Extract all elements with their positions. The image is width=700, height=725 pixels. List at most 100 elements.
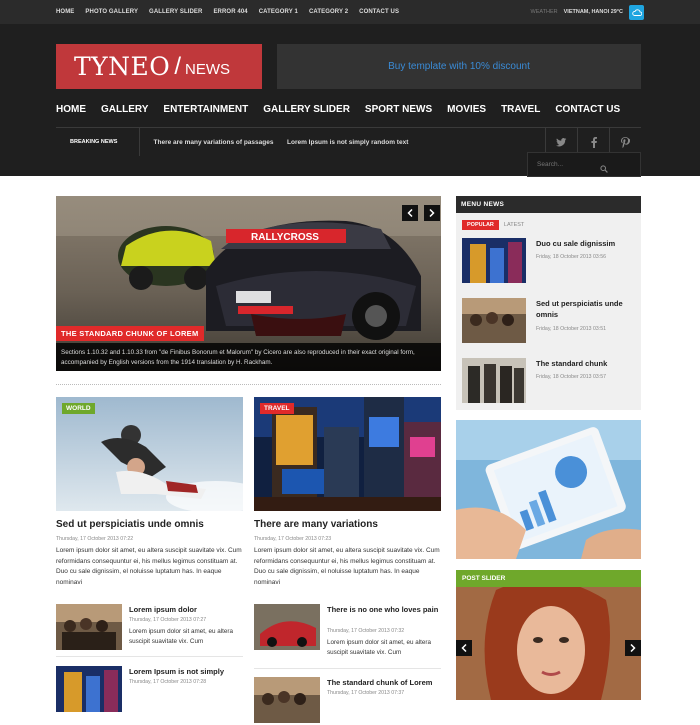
site-header: TYNEO / NEWS Buy template with 10% disco… xyxy=(0,24,700,177)
article-date: Thursday, 17 October 2013 07:23 xyxy=(254,536,332,542)
list-item-date: Thursday, 17 October 2013 07:37 xyxy=(327,690,405,696)
section-divider xyxy=(56,384,441,385)
widget-tabs: POPULAR LATEST xyxy=(462,220,524,230)
promo-banner[interactable]: Buy template with 10% discount xyxy=(277,44,641,89)
nav-travel[interactable]: TRAVEL xyxy=(501,104,540,120)
times-square-image[interactable]: TRAVEL xyxy=(254,397,441,511)
article-thumbnail[interactable] xyxy=(56,666,122,712)
nav-gallery[interactable]: GALLERY xyxy=(101,104,148,120)
thumbnail-city-image xyxy=(462,238,526,283)
article-title[interactable]: Sed ut perspiciatis unde omnis xyxy=(56,519,243,530)
nav-gallery-slider[interactable]: GALLERY SLIDER xyxy=(263,104,350,120)
article-thumbnail[interactable] xyxy=(254,677,320,723)
list-item[interactable]: The standard chunk of Lorem Thursday, 17… xyxy=(254,677,441,725)
widget-thumbnail[interactable] xyxy=(462,298,526,343)
tab-latest[interactable]: LATEST xyxy=(504,222,524,228)
breaking-news-label: BREAKING NEWS xyxy=(56,128,140,156)
top-bar: HOME PHOTO GALLERY GALLERY SLIDER ERROR … xyxy=(0,0,700,24)
article-excerpt: Lorem ipsum dolor sit amet, eu altera su… xyxy=(254,547,440,586)
article-thumbnail[interactable] xyxy=(254,604,320,650)
list-item-excerpt: Lorem ipsum dolor sit amet, eu altera su… xyxy=(129,628,233,645)
widget-item-date: Friday, 18 October 2013 03:57 xyxy=(536,374,606,380)
topnav-category-1[interactable]: CATEGORY 1 xyxy=(259,9,298,15)
widget-thumbnail[interactable] xyxy=(462,358,526,403)
list-item-title[interactable]: Lorem ipsum dolor xyxy=(129,604,243,615)
main-nav: HOME GALLERY ENTERTAINMENT GALLERY SLIDE… xyxy=(56,104,635,120)
skydiving-illustration xyxy=(56,397,243,511)
weather-value: VIETNAM, HANOI 29°C xyxy=(563,9,623,15)
search-input[interactable] xyxy=(537,161,607,168)
weather-widget: WEATHER VIETNAM, HANOI 29°C xyxy=(531,0,644,24)
search-box xyxy=(527,152,641,177)
tab-popular[interactable]: POPULAR xyxy=(462,220,499,230)
thumbnail-soldiers-image xyxy=(462,358,526,403)
thumbnail-city-image xyxy=(56,666,122,712)
list-item-title[interactable]: There is no one who loves pain xyxy=(327,604,441,615)
list-item-excerpt: Lorem ipsum dolor sit amet, eu altera su… xyxy=(327,639,431,656)
top-nav: HOME PHOTO GALLERY GALLERY SLIDER ERROR … xyxy=(56,0,399,24)
cloud-icon xyxy=(629,4,644,20)
widget-item-title[interactable]: The standard chunk xyxy=(536,358,636,369)
category-badge[interactable]: WORLD xyxy=(62,403,95,414)
slider-next-button[interactable] xyxy=(424,205,440,221)
widget-item[interactable]: Sed ut perspiciatis unde omnis Friday, 1… xyxy=(462,298,635,344)
list-divider xyxy=(254,668,441,669)
nav-contact-us[interactable]: CONTACT US xyxy=(555,104,620,120)
widget-item-title[interactable]: Sed ut perspiciatis unde omnis xyxy=(536,298,636,320)
site-logo[interactable]: TYNEO / NEWS xyxy=(56,44,262,89)
slider-tag[interactable]: THE STANDARD CHUNK OF LOREM xyxy=(56,326,204,341)
thumbnail-group-image xyxy=(254,677,320,723)
search-icon[interactable] xyxy=(600,160,608,178)
list-item[interactable]: Lorem Ipsum is not simply Thursday, 17 O… xyxy=(56,666,243,714)
topnav-contact-us[interactable]: CONTACT US xyxy=(359,9,399,15)
post-slider[interactable]: POST SLIDER xyxy=(456,570,641,700)
topnav-category-2[interactable]: CATEGORY 2 xyxy=(309,9,348,15)
article-title[interactable]: There are many variations xyxy=(254,519,441,530)
nav-sport-news[interactable]: SPORT NEWS xyxy=(365,104,432,120)
topnav-error-404[interactable]: ERROR 404 xyxy=(213,9,247,15)
widget-title: MENU NEWS xyxy=(456,196,641,213)
article-card[interactable]: WORLD Sed ut perspiciatis unde omnis Thu… xyxy=(56,397,243,588)
topnav-gallery-slider[interactable]: GALLERY SLIDER xyxy=(149,9,202,15)
article-date: Thursday, 17 October 2013 07:22 xyxy=(56,536,134,542)
tablet-chart-illustration xyxy=(456,420,641,559)
list-item-date: Thursday, 17 October 2013 07:32 xyxy=(327,628,405,634)
times-square-illustration xyxy=(254,397,441,511)
widget-thumbnail[interactable] xyxy=(462,238,526,283)
breaking-news-bar: BREAKING NEWS There are many variations … xyxy=(56,128,408,156)
widget-item[interactable]: Duo cu sale dignissim Friday, 18 October… xyxy=(462,238,635,284)
weather-label: WEATHER xyxy=(530,9,558,15)
breaking-news-item[interactable]: Lorem Ipsum is not simply random text xyxy=(287,139,408,146)
article-card[interactable]: TRAVEL There are many variations Thursda… xyxy=(254,397,441,588)
nav-home[interactable]: HOME xyxy=(56,104,86,120)
list-item-date: Thursday, 17 October 2013 07:27 xyxy=(129,617,207,623)
logo-text-news: NEWS xyxy=(184,61,230,78)
list-item-title[interactable]: Lorem Ipsum is not simply xyxy=(129,666,243,677)
portrait-image xyxy=(456,570,641,700)
breaking-news-item[interactable]: There are many variations of passages xyxy=(140,139,287,146)
widget-item-title[interactable]: Duo cu sale dignissim xyxy=(536,238,636,249)
thumbnail-rally-image xyxy=(254,604,320,650)
category-badge[interactable]: TRAVEL xyxy=(260,403,294,414)
slider-prev-button[interactable] xyxy=(402,205,418,221)
widget-item-date: Friday, 18 October 2013 03:51 xyxy=(536,326,606,332)
list-item-date: Thursday, 17 October 2013 07:28 xyxy=(129,679,207,685)
menu-news-widget: MENU NEWS POPULAR LATEST Duo cu sale dig… xyxy=(456,196,641,410)
nav-movies[interactable]: MOVIES xyxy=(447,104,486,120)
post-slider-prev-button[interactable] xyxy=(456,640,472,656)
list-item[interactable]: Lorem ipsum dolor Thursday, 17 October 2… xyxy=(56,604,243,652)
skydiving-image[interactable]: WORLD xyxy=(56,397,243,511)
advertisement-image[interactable] xyxy=(456,420,641,559)
widget-item-date: Friday, 18 October 2013 03:56 xyxy=(536,254,606,260)
list-item-title[interactable]: The standard chunk of Lorem xyxy=(327,677,441,688)
topnav-home[interactable]: HOME xyxy=(56,9,74,15)
featured-slider[interactable]: RALLYCROSS THE STANDARD CHUNK OF LOREM S… xyxy=(56,196,441,371)
topnav-photo-gallery[interactable]: PHOTO GALLERY xyxy=(85,9,138,15)
post-slider-title: POST SLIDER xyxy=(456,570,641,587)
list-item[interactable]: There is no one who loves pain Thursday,… xyxy=(254,604,441,656)
list-divider xyxy=(56,656,243,657)
article-thumbnail[interactable] xyxy=(56,604,122,650)
widget-item[interactable]: The standard chunk Friday, 18 October 20… xyxy=(462,358,635,404)
post-slider-next-button[interactable] xyxy=(625,640,641,656)
nav-entertainment[interactable]: ENTERTAINMENT xyxy=(163,104,248,120)
